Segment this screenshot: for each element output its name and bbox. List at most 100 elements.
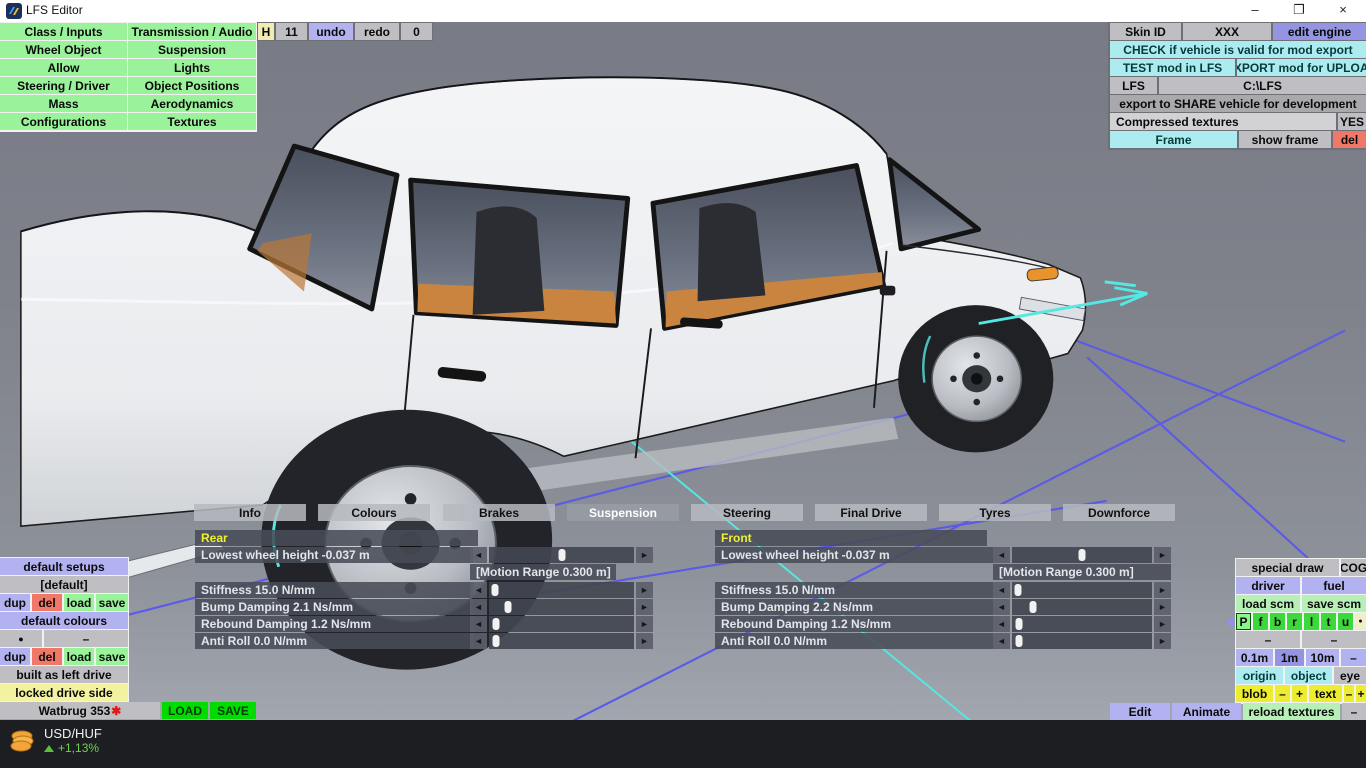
slider-thumb[interactable] xyxy=(492,618,500,630)
colour-del-button[interactable]: del xyxy=(32,648,62,665)
edit-mode-button[interactable]: Edit xyxy=(1110,703,1170,720)
colour-dot-button[interactable]: ● xyxy=(0,630,42,647)
slider-thumb[interactable] xyxy=(491,584,499,596)
blob-button[interactable]: blob xyxy=(1236,685,1273,702)
check-valid-button[interactable]: CHECK if vehicle is valid for mod export xyxy=(1110,41,1366,58)
slider-track[interactable] xyxy=(1012,547,1152,563)
menu-object-positions[interactable]: Object Positions xyxy=(128,77,256,94)
menu-suspension[interactable]: Suspension xyxy=(128,41,256,58)
menu-lights[interactable]: Lights xyxy=(128,59,256,76)
grid-10m-button[interactable]: 10m xyxy=(1306,649,1339,666)
default-colours-button[interactable]: default colours xyxy=(0,612,128,629)
wheel-toggle-b[interactable]: b xyxy=(1270,613,1285,630)
colour-dup-button[interactable]: dup xyxy=(0,648,30,665)
text-minus-button[interactable]: – xyxy=(1344,685,1354,702)
save-scm-button[interactable]: save scm xyxy=(1302,595,1366,612)
animate-mode-button[interactable]: Animate xyxy=(1172,703,1241,720)
tool-dash-right[interactable]: – xyxy=(1302,631,1366,648)
setup-save-button[interactable]: save xyxy=(96,594,128,611)
default-setups-button[interactable]: default setups xyxy=(0,558,128,575)
blob-plus-button[interactable]: + xyxy=(1292,685,1307,702)
driver-button[interactable]: driver xyxy=(1236,577,1300,594)
wheel-toggle-u[interactable]: u xyxy=(1338,613,1353,630)
slider-decrease-button[interactable]: ◄ xyxy=(470,616,487,632)
skin-id-button[interactable]: Skin ID xyxy=(1110,23,1181,40)
slider-thumb[interactable] xyxy=(504,601,512,613)
slider-decrease-button[interactable]: ◄ xyxy=(993,599,1010,615)
slider-decrease-button[interactable]: ◄ xyxy=(993,633,1010,649)
undo-button[interactable]: undo xyxy=(309,23,353,40)
menu-textures[interactable]: Textures xyxy=(128,113,256,130)
blob-minus-button[interactable]: – xyxy=(1275,685,1290,702)
wheel-toggle-P[interactable]: P xyxy=(1236,613,1251,630)
edit-engine-button[interactable]: edit engine xyxy=(1273,23,1366,40)
slider-increase-button[interactable]: ► xyxy=(1154,599,1171,615)
object-button[interactable]: object xyxy=(1285,667,1332,684)
slider-thumb[interactable] xyxy=(1015,635,1023,647)
close-button[interactable]: × xyxy=(1321,0,1365,22)
slider-increase-button[interactable]: ► xyxy=(636,616,653,632)
lfs-path-button[interactable]: C:\LFS xyxy=(1159,77,1366,94)
menu-aerodynamics[interactable]: Aerodynamics xyxy=(128,95,256,112)
menu-transmission-audio[interactable]: Transmission / Audio xyxy=(128,23,256,40)
reload-textures-button[interactable]: reload textures xyxy=(1243,703,1340,720)
slider-increase-button[interactable]: ► xyxy=(636,582,653,598)
slider-track[interactable] xyxy=(489,547,634,563)
minimize-button[interactable]: – xyxy=(1233,0,1277,22)
locked-drive-side-button[interactable]: locked drive side xyxy=(0,684,128,701)
menu-class-inputs[interactable]: Class / Inputs xyxy=(0,23,127,40)
share-export-button[interactable]: export to SHARE vehicle for development xyxy=(1110,95,1366,112)
fuel-button[interactable]: fuel xyxy=(1302,577,1366,594)
menu-steering-driver[interactable]: Steering / Driver xyxy=(0,77,127,94)
slider-track[interactable] xyxy=(489,582,634,598)
setup-dup-button[interactable]: dup xyxy=(0,594,30,611)
taskbar-widget[interactable]: USD/HUF +1,13% xyxy=(10,726,102,755)
text-plus-button[interactable]: + xyxy=(1356,685,1366,702)
slider-increase-button[interactable]: ► xyxy=(1154,547,1171,563)
export-upload-button[interactable]: EXPORT mod for UPLOAD xyxy=(1237,59,1366,76)
slider-increase-button[interactable]: ► xyxy=(1154,633,1171,649)
slider-decrease-button[interactable]: ◄ xyxy=(470,599,487,615)
tab-brakes[interactable]: Brakes xyxy=(443,504,555,521)
history-button[interactable]: H xyxy=(258,23,274,40)
maximize-button[interactable]: ❐ xyxy=(1277,0,1321,22)
vehicle-name-field[interactable]: Watbrug 353 ✱ xyxy=(0,702,160,719)
colour-name-button[interactable]: – xyxy=(44,630,128,647)
tab-tyres[interactable]: Tyres xyxy=(939,504,1051,521)
tab-downforce[interactable]: Downforce xyxy=(1063,504,1175,521)
slider-increase-button[interactable]: ► xyxy=(636,599,653,615)
slider-track[interactable] xyxy=(1012,582,1152,598)
menu-configurations[interactable]: Configurations xyxy=(0,113,127,130)
slider-track[interactable] xyxy=(489,599,634,615)
grid-0.1m-button[interactable]: 0.1m xyxy=(1236,649,1273,666)
colour-load-button[interactable]: load xyxy=(64,648,94,665)
slider-track[interactable] xyxy=(1012,616,1152,632)
panel-collapse-arrow[interactable] xyxy=(1226,616,1234,628)
slider-track[interactable] xyxy=(489,616,634,632)
load-vehicle-button[interactable]: LOAD xyxy=(162,702,208,719)
built-left-drive-button[interactable]: built as left drive xyxy=(0,666,128,683)
reload-dash-button[interactable]: – xyxy=(1342,703,1366,720)
wheel-toggle-f[interactable]: f xyxy=(1253,613,1268,630)
eye-button[interactable]: eye xyxy=(1334,667,1366,684)
setup-del-button[interactable]: del xyxy=(32,594,62,611)
wheel-toggle-dot[interactable]: ● xyxy=(1355,613,1366,630)
save-vehicle-button[interactable]: SAVE xyxy=(210,702,256,719)
redo-button[interactable]: redo xyxy=(355,23,399,40)
wheel-toggle-t[interactable]: t xyxy=(1321,613,1336,630)
tool-dash-left[interactable]: – xyxy=(1236,631,1300,648)
colour-save-button[interactable]: save xyxy=(96,648,128,665)
tab-info[interactable]: Info xyxy=(194,504,306,521)
grid-dash-button[interactable]: – xyxy=(1341,649,1366,666)
skin-xxx-button[interactable]: XXX xyxy=(1183,23,1271,40)
show-frame-button[interactable]: show frame xyxy=(1239,131,1331,148)
tab-final-drive[interactable]: Final Drive xyxy=(815,504,927,521)
tab-steering[interactable]: Steering xyxy=(691,504,803,521)
slider-track[interactable] xyxy=(489,633,634,649)
setup-name-button[interactable]: [default] xyxy=(0,576,128,593)
slider-track[interactable] xyxy=(1012,633,1152,649)
slider-thumb[interactable] xyxy=(1015,618,1023,630)
load-scm-button[interactable]: load scm xyxy=(1236,595,1300,612)
slider-thumb[interactable] xyxy=(1078,549,1086,561)
slider-increase-button[interactable]: ► xyxy=(1154,582,1171,598)
